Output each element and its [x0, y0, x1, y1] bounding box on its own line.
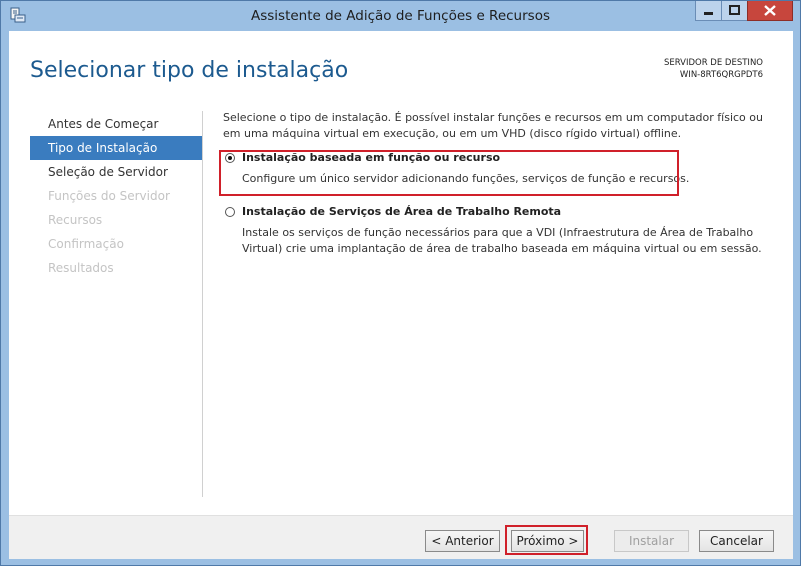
previous-button[interactable]: < Anterior — [425, 530, 500, 552]
nav-item-tipo-de-instalacao[interactable]: Tipo de Instalação — [30, 136, 202, 160]
window-title: Assistente de Adição de Funções e Recurs… — [250, 8, 550, 24]
install-type-panel: Selecione o tipo de instalação. É possív… — [223, 110, 783, 255]
page-title: Selecionar tipo de instalação — [30, 58, 349, 83]
title-bar[interactable]: Assistente de Adição de Funções e Recurs… — [1, 1, 800, 31]
nav-item-confirmacao: Confirmação — [48, 237, 124, 251]
install-button: Instalar — [614, 530, 689, 552]
wizard-window: Assistente de Adição de Funções e Recurs… — [0, 0, 801, 566]
destination-server-name: WIN-8RT6QRGPDT6 — [679, 70, 763, 80]
highlight-box-next-button — [505, 525, 588, 555]
remote-desktop-description: Instale os serviços de função necessário… — [242, 226, 762, 255]
close-icon — [764, 5, 776, 16]
wizard-nav: Antes de Começar Tipo de Instalação Sele… — [30, 112, 202, 280]
cancel-button[interactable]: Cancelar — [699, 530, 774, 552]
nav-item-funcoes-do-servidor: Funções do Servidor — [48, 189, 170, 203]
nav-item-selecao-de-servidor[interactable]: Seleção de Servidor — [30, 160, 202, 184]
wizard-content: Selecionar tipo de instalação SERVIDOR D… — [9, 31, 793, 559]
nav-divider — [202, 111, 203, 497]
minimize-button[interactable] — [695, 1, 722, 21]
wizard-footer: < Anterior Próximo > Instalar Cancelar — [9, 515, 793, 559]
intro-text: Selecione o tipo de instalação. É possív… — [223, 111, 763, 140]
remote-desktop-radio[interactable] — [225, 207, 235, 217]
maximize-button[interactable] — [721, 1, 748, 21]
highlight-box-role-option — [219, 150, 679, 196]
nav-item-resultados: Resultados — [48, 261, 114, 275]
minimize-icon — [704, 12, 713, 15]
nav-item-recursos: Recursos — [48, 213, 103, 227]
destination-server-label: SERVIDOR DE DESTINO — [663, 58, 763, 68]
close-button[interactable] — [747, 1, 793, 21]
maximize-icon — [729, 5, 740, 15]
remote-desktop-label[interactable]: Instalação de Serviços de Área de Trabal… — [242, 205, 561, 218]
nav-item-antes-de-comecar[interactable]: Antes de Começar — [30, 112, 202, 136]
